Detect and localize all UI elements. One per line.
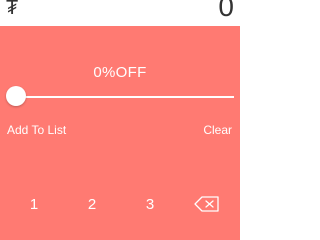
add-to-list-button[interactable]: Add To List — [7, 123, 66, 137]
clear-button[interactable]: Clear — [203, 123, 232, 137]
currency-symbol: ₮ — [6, 0, 19, 19]
backspace-button[interactable] — [194, 196, 220, 212]
key-1[interactable]: 1 — [19, 196, 49, 216]
key-2[interactable]: 2 — [77, 196, 107, 216]
discount-label: 0%OFF — [93, 64, 147, 81]
calculator-screen: ₮ 0 0%OFF Add To List Clear 1 2 3 — [0, 0, 240, 240]
amount-display: 0 — [218, 0, 234, 22]
discount-slider-thumb[interactable] — [6, 86, 26, 106]
backspace-icon — [194, 196, 219, 212]
amount-bar: ₮ 0 — [0, 0, 240, 26]
discount-slider-track[interactable] — [16, 96, 234, 98]
key-3[interactable]: 3 — [135, 196, 165, 216]
